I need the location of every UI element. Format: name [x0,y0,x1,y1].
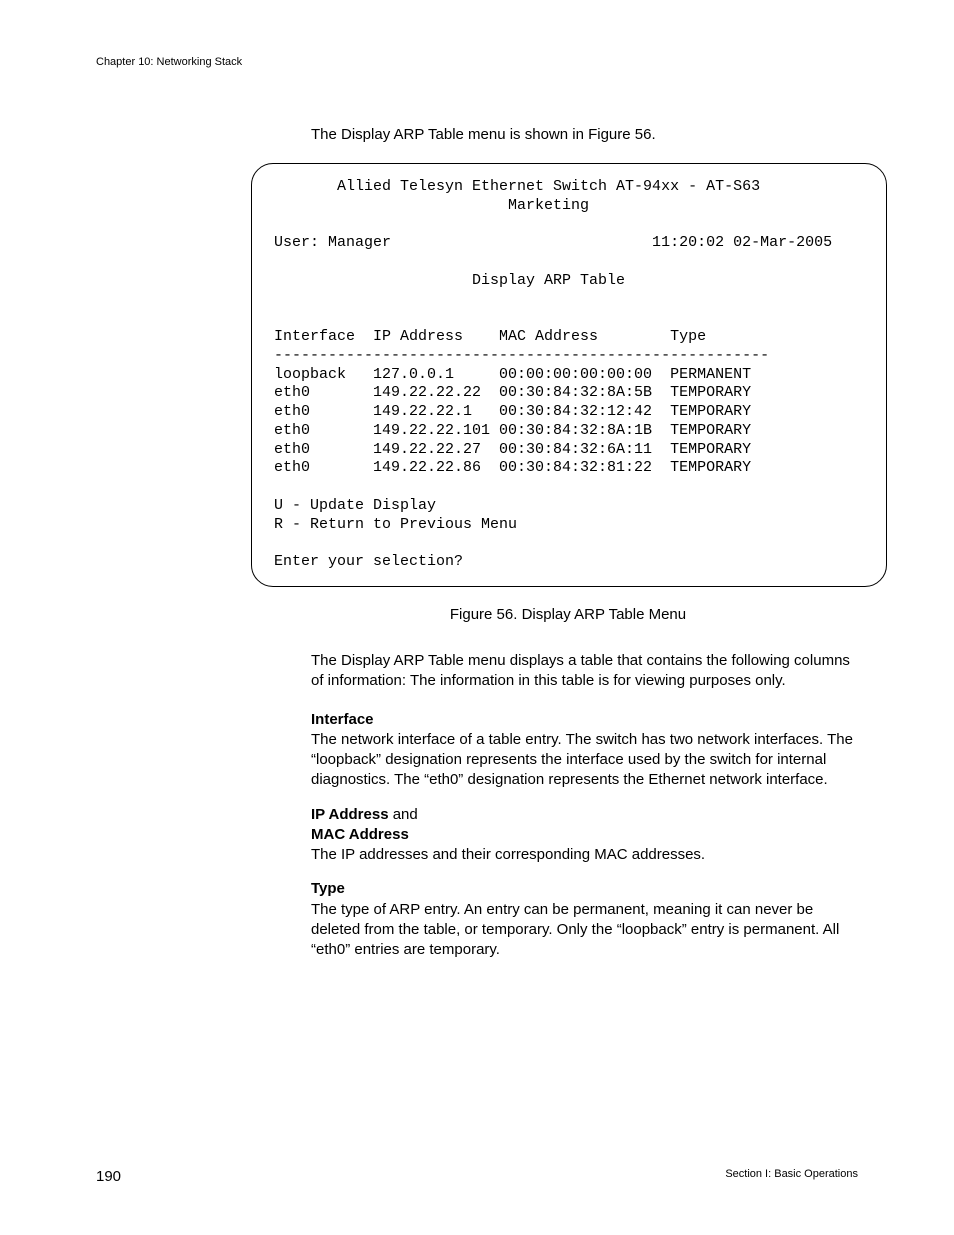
description-paragraph: The Display ARP Table menu displays a ta… [311,651,858,692]
term-mac-address: MAC Address [311,826,409,843]
term-ip-address: IP Address [311,806,389,823]
figure-caption: Figure 56. Display ARP Table Menu [251,605,885,625]
page-number: 190 [96,1167,121,1187]
terminal-screen: Allied Telesyn Ethernet Switch AT-94xx -… [251,163,887,587]
running-header: Chapter 10: Networking Stack [96,55,858,70]
intro-paragraph: The Display ARP Table menu is shown in F… [311,125,858,145]
body-ip-mac: The IP addresses and their corresponding… [311,846,705,863]
body-type: The type of ARP entry. An entry can be p… [311,901,839,959]
definition-interface: Interface The network interface of a tab… [311,710,858,791]
and-text: and [389,806,418,823]
term-type: Type [311,880,345,897]
definition-type: Type The type of ARP entry. An entry can… [311,879,858,960]
main-content: The Display ARP Table menu is shown in F… [311,125,858,961]
body-interface: The network interface of a table entry. … [311,731,853,789]
section-label: Section I: Basic Operations [725,1167,858,1182]
definition-ip-mac: IP Address and MAC Address The IP addres… [311,805,858,866]
page-footer: 190 Section I: Basic Operations [96,1167,858,1187]
term-interface: Interface [311,711,374,728]
